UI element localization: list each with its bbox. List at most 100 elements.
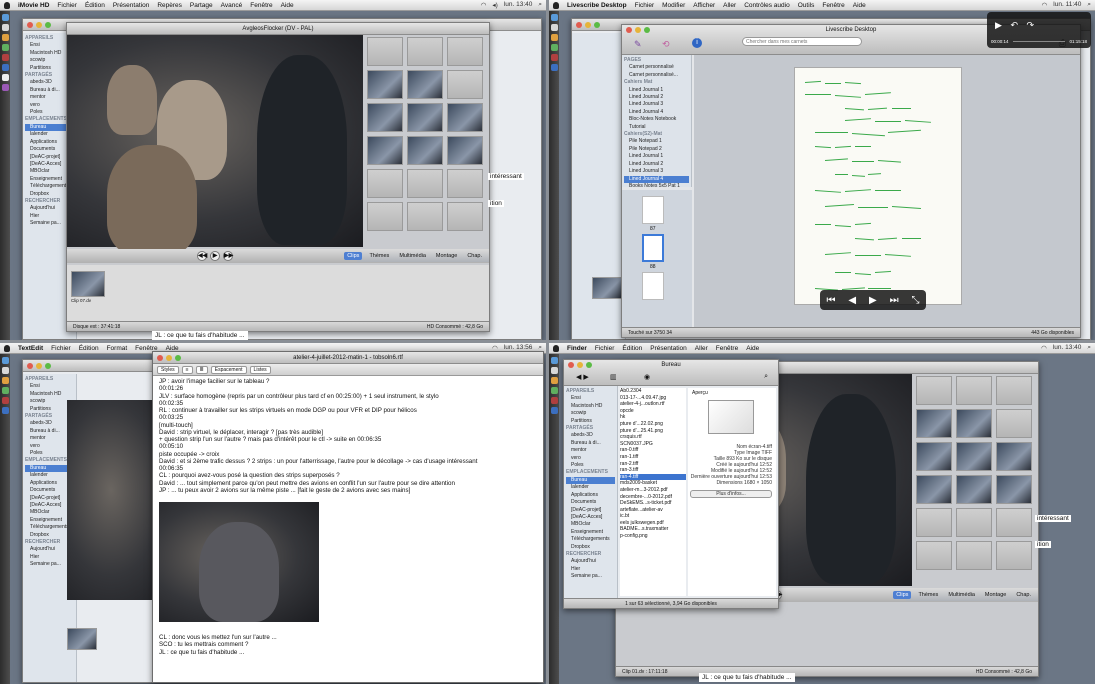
clip-thumb[interactable] (407, 70, 443, 99)
sidebar-item[interactable]: Tutorial (624, 124, 689, 131)
audio-scrubber[interactable] (1013, 41, 1065, 42)
app-dock-icon[interactable] (1, 377, 9, 384)
clip-slot[interactable] (996, 376, 1032, 405)
wifi-icon[interactable]: ◠ (1042, 1, 1048, 9)
menu-format[interactable]: Format (107, 345, 128, 352)
file-item[interactable]: hk (620, 414, 686, 421)
rewind-icon[interactable]: ↶ (1010, 20, 1021, 30)
pen-icon[interactable]: ✎ (634, 39, 642, 50)
sidebar-item[interactable]: scowip (566, 410, 615, 417)
sidebar-item[interactable]: vero (566, 455, 615, 462)
sidebar-item[interactable]: Aujourd'hui (566, 558, 615, 565)
menu-fenetre[interactable]: Fenêtre (250, 2, 272, 9)
clip-slot[interactable] (407, 169, 443, 198)
clip-thumb[interactable] (447, 103, 483, 132)
clip-thumb[interactable] (916, 442, 952, 471)
clip-thumb[interactable] (956, 475, 992, 504)
tab-multimedia[interactable]: Multimédia (396, 252, 429, 260)
close-button[interactable] (576, 21, 582, 28)
file-item[interactable]: DeSkEMS...s-ticket.pdf (620, 500, 686, 507)
sidebar-item[interactable]: Lined Journal 1 (624, 153, 689, 160)
tab-multimedia[interactable]: Multimédia (945, 591, 978, 599)
menu-presentation[interactable]: Présentation (650, 345, 687, 352)
sidebar-item[interactable]: Partitions (566, 418, 615, 425)
app-dock-icon[interactable] (550, 44, 558, 51)
sidebar-item[interactable]: Lined Journal 2 (624, 94, 689, 101)
sidebar-item[interactable]: Lined Journal 4 (624, 175, 689, 183)
sidebar-item[interactable]: Enseignement (566, 529, 615, 536)
app-dock-icon[interactable] (1, 397, 9, 404)
wifi-icon[interactable]: ◠ (1041, 344, 1047, 352)
sidebar-item[interactable]: Dropbox (566, 544, 615, 551)
align-center-icon[interactable]: ≣ (195, 365, 208, 374)
app-dock-icon[interactable] (550, 24, 558, 31)
back-forward-icon[interactable]: ◀ ▶ (576, 373, 589, 381)
app-dock-icon[interactable] (1, 74, 9, 81)
menu-fichier[interactable]: Fichier (57, 2, 77, 9)
close-button[interactable] (27, 21, 33, 28)
sidebar-item[interactable]: Lined Journal 4 (624, 109, 689, 116)
menu-edition[interactable]: Édition (85, 2, 105, 9)
file-item[interactable]: pture d'...22.02.png (620, 421, 686, 428)
timeline-clip[interactable] (67, 628, 97, 650)
app-dock-icon[interactable] (1, 54, 9, 61)
clip-slot[interactable] (956, 508, 992, 537)
file-item[interactable]: pture d'...25.41.png (620, 428, 686, 435)
tab-montage[interactable]: Montage (433, 252, 460, 260)
file-item[interactable]: atelier-4-j...outlon.rtf (620, 401, 686, 408)
prev-page-icon[interactable]: ◀ (848, 295, 856, 306)
search-input[interactable] (742, 37, 862, 46)
menu-app[interactable]: Livescribe Desktop (567, 2, 627, 9)
sidebar-item[interactable]: abeds-3D (566, 432, 615, 439)
clip-slot[interactable] (367, 37, 403, 66)
apple-icon[interactable] (4, 1, 10, 9)
clip-thumb[interactable] (367, 103, 403, 132)
clip-slot[interactable] (407, 37, 443, 66)
file-item[interactable]: mds2009-basket (620, 480, 686, 487)
sidebar-item[interactable]: Carnet personnalisé... (624, 72, 689, 79)
app-dock-icon[interactable] (1, 407, 9, 414)
clip-slot[interactable] (367, 202, 403, 231)
zoom-button[interactable] (45, 21, 51, 28)
app-dock-icon[interactable] (1, 44, 9, 51)
file-item[interactable]: ran-0.tiff (620, 447, 686, 454)
zoom-button[interactable] (45, 362, 51, 369)
finder-dock-icon[interactable] (1, 14, 9, 21)
spotlight-icon[interactable]: ⌕ (538, 1, 542, 9)
file-item[interactable]: ran-3.tiff (620, 467, 686, 474)
page-thumb[interactable] (642, 272, 664, 300)
menu-clock[interactable]: lun. 11:40 (1053, 1, 1081, 9)
clip-thumb[interactable] (996, 442, 1032, 471)
next-page-icon[interactable]: ▶ (869, 295, 877, 306)
sidebar-item[interactable]: Carnet personnalisé (624, 64, 689, 71)
menu-aller[interactable]: Aller (723, 2, 736, 9)
menu-edition[interactable]: Édition (622, 345, 642, 352)
app-dock-icon[interactable] (550, 377, 558, 384)
forward-icon[interactable]: ▶▶ (223, 251, 233, 261)
info-icon[interactable]: i (692, 38, 702, 48)
sidebar-item[interactable]: Semaine pa... (566, 573, 615, 580)
app-dock-icon[interactable] (1, 367, 9, 374)
clip-slot[interactable] (447, 202, 483, 231)
clip-thumb[interactable] (447, 136, 483, 165)
app-dock-icon[interactable] (550, 397, 558, 404)
timeline-clip[interactable] (71, 271, 105, 297)
clip-slot[interactable] (916, 508, 952, 537)
close-button[interactable] (27, 362, 33, 369)
minimize-button[interactable] (36, 362, 42, 369)
clip-thumb[interactable] (916, 475, 952, 504)
spotlight-icon[interactable]: ⌕ (1087, 344, 1091, 352)
sidebar-item[interactable]: [DeAC-projet] (566, 507, 615, 514)
clip-slot[interactable] (916, 376, 952, 405)
file-item[interactable]: arteflate...atelier-av (620, 507, 686, 514)
sidebar-item[interactable]: Applications (566, 492, 615, 499)
page-thumb-selected[interactable] (642, 234, 664, 262)
menu-clock[interactable]: lun. 13:40 (1053, 344, 1082, 352)
file-item[interactable]: p-config.png (620, 533, 686, 540)
clip-thumb[interactable] (407, 136, 443, 165)
forward-icon[interactable]: ↷ (1027, 20, 1038, 30)
last-page-icon[interactable]: ⏭ (890, 295, 899, 306)
sidebar-item[interactable]: Lined Journal 1 (624, 87, 689, 94)
clip-slot[interactable] (447, 70, 483, 99)
zoom-button[interactable] (175, 355, 181, 361)
